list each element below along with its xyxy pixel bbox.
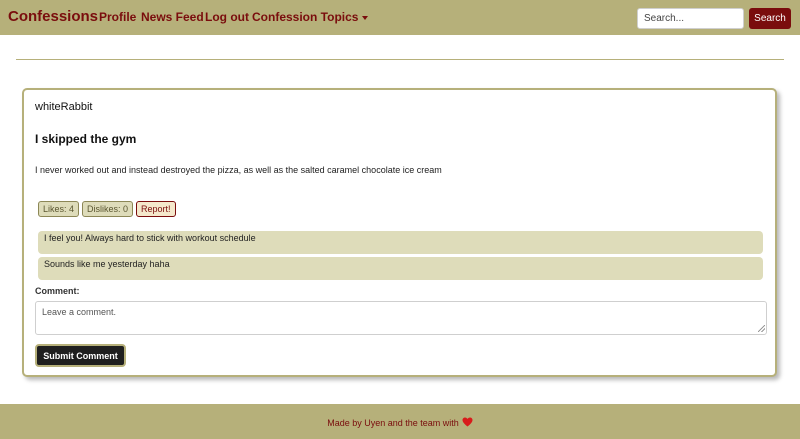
- brand-logo[interactable]: Confessions: [8, 8, 98, 25]
- like-button[interactable]: Likes: 4: [38, 201, 80, 217]
- footer: Made by Uyen and the team with: [0, 404, 800, 439]
- nav-news-feed[interactable]: News Feed: [141, 10, 204, 24]
- dropdown-label: Confession Topics: [252, 10, 359, 24]
- nav-confession-topics-dropdown[interactable]: Confession Topics: [252, 10, 369, 24]
- nav-profile[interactable]: Profile: [99, 10, 136, 24]
- horizontal-divider: [16, 59, 784, 60]
- navbar: Confessions Profile News Feed Log out Co…: [0, 0, 800, 35]
- confession-card: whiteRabbit I skipped the gym I never wo…: [22, 88, 777, 377]
- post-username[interactable]: whiteRabbit: [35, 101, 92, 113]
- comment-label: Comment:: [35, 286, 80, 296]
- search-input[interactable]: [637, 8, 744, 29]
- comment-item: Sounds like me yesterday haha: [38, 257, 763, 280]
- comment-textarea[interactable]: [35, 301, 767, 335]
- report-button[interactable]: Report!: [136, 201, 176, 217]
- post-title: I skipped the gym: [35, 132, 137, 146]
- heart-icon: [462, 417, 473, 429]
- resize-handle-icon[interactable]: [758, 325, 765, 332]
- submit-comment-button[interactable]: Submit Comment: [35, 344, 126, 367]
- search-button[interactable]: Search: [749, 8, 791, 29]
- dislike-button[interactable]: Dislikes: 0: [82, 201, 134, 217]
- footer-credit: Made by Uyen and the team with: [327, 417, 473, 429]
- comment-item: I feel you! Always hard to stick with wo…: [38, 231, 763, 254]
- caret-down-icon: [362, 15, 369, 20]
- footer-text: Made by Uyen and the team with: [327, 418, 459, 428]
- nav-log-out[interactable]: Log out: [205, 10, 249, 24]
- post-body: I never worked out and instead destroyed…: [35, 165, 442, 175]
